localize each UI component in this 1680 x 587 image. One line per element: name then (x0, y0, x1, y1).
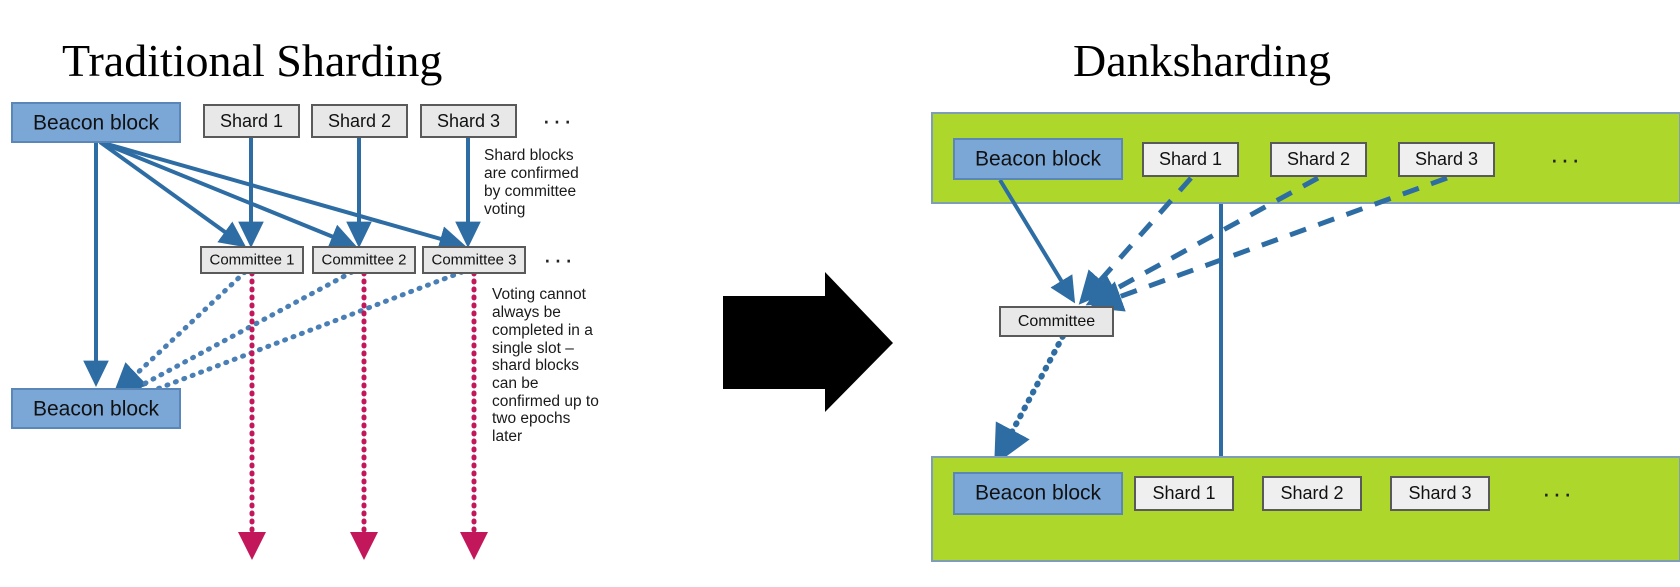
right-top-shard-2-label: Shard 2 (1287, 149, 1350, 169)
annotation-bottom-line-4: single slot – (492, 340, 574, 357)
left-committee-3[interactable]: Committee 3 (422, 246, 526, 274)
annotation-top-line-3: by committee (484, 183, 576, 200)
right-committee-label: Committee (1018, 313, 1095, 330)
right-bottom-beacon-label: Beacon block (975, 482, 1102, 505)
right-bottom-shard-3[interactable]: Shard 3 (1390, 476, 1490, 511)
beacon-to-committee-2 (99, 140, 357, 249)
annotation-top-line-2: are confirmed (484, 165, 579, 182)
committee-1-label: Committee 1 (209, 251, 294, 268)
right-top-shard-2[interactable]: Shard 2 (1270, 142, 1367, 177)
bottom-beacon-block-label: Beacon block (33, 398, 160, 421)
left-shard-3[interactable]: Shard 3 (420, 104, 517, 138)
left-committee-ellipsis: ··· (543, 244, 575, 274)
shard-1-label: Shard 1 (220, 111, 283, 131)
left-crimson-delay-lines (237, 270, 488, 561)
shard-3-label: Shard 3 (437, 111, 500, 131)
right-committee[interactable]: Committee (999, 306, 1114, 337)
committee-3-label: Committee 3 (431, 251, 516, 268)
right-bottom-shard-1[interactable]: Shard 1 (1134, 476, 1234, 511)
beacon-to-committee-3 (99, 140, 466, 252)
right-bottom-shard-2-label: Shard 2 (1280, 483, 1343, 503)
committee1-vote-to-beacon (112, 269, 248, 397)
annotation-bottom-line-8: two epochs (492, 410, 571, 427)
annotation-shard-confirm: Shard blocks are confirmed by committee … (484, 147, 579, 218)
right-top-beacon-block[interactable]: Beacon block (953, 138, 1123, 180)
right-top-shard-3-label: Shard 3 (1415, 149, 1478, 169)
committee-2-label: Committee 2 (321, 251, 406, 268)
annotation-bottom-line-6: can be (492, 375, 539, 392)
right-bottom-shard-2[interactable]: Shard 2 (1262, 476, 1362, 511)
right-top-shard-3[interactable]: Shard 3 (1398, 142, 1495, 177)
sharding-comparison-diagram: Traditional Sharding Beacon block Shard … (11, 35, 1680, 562)
left-shard-2[interactable]: Shard 2 (311, 104, 408, 138)
annotation-top-line-1: Shard blocks (484, 147, 574, 164)
committee2-vote-to-beacon (111, 269, 355, 402)
left-shard-1[interactable]: Shard 1 (203, 104, 300, 138)
left-top-ellipsis: ··· (542, 105, 574, 135)
left-top-beacon-block[interactable]: Beacon block (11, 102, 181, 143)
annotation-bottom-line-7: confirmed up to (492, 393, 599, 410)
annotation-top-line-4: voting (484, 201, 525, 218)
right-committee-vote-to-beacon (994, 333, 1066, 466)
committee3-vote-to-beacon (113, 269, 465, 409)
right-top-shard-1-label: Shard 1 (1159, 149, 1222, 169)
right-top-beacon-label: Beacon block (975, 148, 1102, 171)
annotation-bottom-line-9: later (492, 428, 522, 445)
annotation-bottom-line-3: completed in a (492, 322, 593, 339)
right-top-ellipsis: ··· (1550, 144, 1582, 174)
annotation-bottom-line-5: shard blocks (492, 357, 579, 374)
left-dotted-vote-links (111, 269, 465, 409)
annotation-bottom-line-2: always be (492, 304, 561, 321)
beacon-block-label: Beacon block (33, 112, 160, 135)
left-bottom-beacon-block[interactable]: Beacon block (11, 388, 181, 429)
annotation-voting-delay: Voting cannot always be completed in a s… (492, 286, 599, 445)
transition-right-arrow-icon (723, 272, 893, 412)
left-committee-2[interactable]: Committee 2 (312, 246, 416, 274)
diagram-root: Traditional Sharding Beacon block Shard … (0, 0, 1680, 587)
annotation-bottom-line-1: Voting cannot (492, 286, 587, 303)
right-bottom-ellipsis: ··· (1542, 478, 1574, 508)
right-bottom-beacon-block[interactable]: Beacon block (953, 472, 1123, 515)
left-panel-title: Traditional Sharding (62, 35, 442, 86)
right-bottom-shard-1-label: Shard 1 (1152, 483, 1215, 503)
right-bottom-shard-3-label: Shard 3 (1408, 483, 1471, 503)
left-committee-1[interactable]: Committee 1 (200, 246, 304, 274)
right-top-shard-1[interactable]: Shard 1 (1142, 142, 1239, 177)
right-panel-title: Danksharding (1073, 35, 1331, 86)
shard-2-label: Shard 2 (328, 111, 391, 131)
